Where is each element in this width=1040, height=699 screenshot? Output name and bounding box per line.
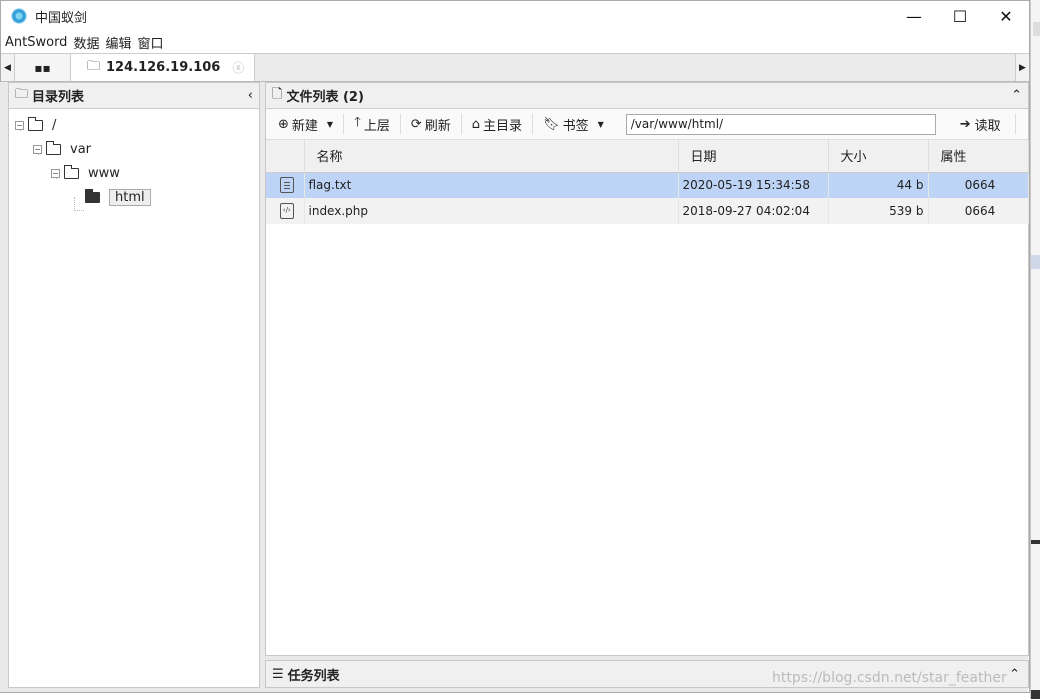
new-button[interactable]: ⊕ 新建 ▼ — [276, 114, 345, 134]
file-list-panel: 🗋 文件列表 (2) ⌃ ⊕ 新建 ▼ 🡑 上层 ⟳ 刷新 ⌂ 主目录 🔖︎ 书… — [265, 82, 1029, 656]
collapse-toggle-icon[interactable]: − — [51, 168, 60, 178]
folder-open-icon — [85, 188, 100, 203]
path-input[interactable] — [625, 113, 936, 135]
table-row[interactable]: flag.txt 2020-05-19 15:34:58 44 b 0664 — [266, 172, 1029, 198]
file-table: 名称 日期 大小 属性 flag.txt 2020-05-19 15:34:58… — [266, 140, 1029, 224]
folder-icon — [64, 164, 79, 179]
file-perm: 0664 — [928, 172, 1029, 198]
plus-circle-icon: ⊕ — [278, 116, 289, 132]
menu-edit[interactable]: 编辑 — [105, 33, 137, 52]
refresh-button[interactable]: ⟳ 刷新 — [401, 114, 462, 134]
table-header-row: 名称 日期 大小 属性 — [266, 140, 1029, 173]
task-list-title: 任务列表 — [287, 668, 340, 684]
tree-node-label: / — [52, 117, 57, 133]
tab-shell-label: 124.126.19.106 — [106, 60, 221, 75]
menu-bar: AntSword 数据 编辑 窗口 — [1, 31, 1029, 53]
arrow-up-icon: 🡑 — [354, 115, 361, 130]
bookmark-icon: 🔖︎ — [543, 116, 560, 132]
tree-node-var[interactable]: − var — [9, 137, 259, 161]
directory-panel: 🗀 目录列表 ‹ − / − var − www html — [8, 82, 260, 688]
tab-bar: ◀ ▪▪ 🗀 124.126.19.106 ⓧ ▶ — [1, 53, 1029, 82]
code-file-icon — [279, 203, 294, 219]
minimize-button[interactable]: — — [891, 1, 937, 31]
home-dir-button[interactable]: ⌂ 主目录 — [462, 114, 534, 134]
arrow-right-icon: ➔ — [959, 116, 971, 132]
column-header-name[interactable]: 名称 — [304, 140, 679, 173]
expand-up-icon[interactable]: ⌃ — [1009, 667, 1020, 682]
list-icon: ☰ — [272, 666, 284, 682]
read-button[interactable]: ➔ 读取 — [946, 114, 1016, 134]
file-name: flag.txt — [304, 172, 679, 198]
dropdown-caret-icon: ▼ — [597, 119, 604, 129]
collapse-toggle-icon[interactable]: − — [33, 144, 42, 154]
folder-icon — [46, 140, 61, 155]
window-controls: — ☐ ✕ — [891, 1, 1029, 31]
tree-node-label: www — [88, 165, 120, 181]
tab-scroll-right-icon[interactable]: ▶ — [1015, 54, 1029, 81]
window-title: 中国蚁剑 — [35, 10, 88, 26]
tree-node-www[interactable]: − www — [9, 161, 259, 185]
file-perm: 0664 — [928, 198, 1029, 224]
collapse-toggle-icon[interactable]: − — [15, 120, 24, 130]
tree-node-root[interactable]: − / — [9, 113, 259, 137]
file-name: index.php — [304, 198, 679, 224]
text-file-icon — [279, 177, 294, 194]
tab-close-icon[interactable]: ⓧ — [232, 59, 244, 76]
watermark: https://blog.csdn.net/star_feather — [772, 670, 1007, 686]
file-toolbar: ⊕ 新建 ▼ 🡑 上层 ⟳ 刷新 ⌂ 主目录 🔖︎ 书签 ▼ /var/www/… — [266, 109, 1028, 140]
column-header-date[interactable]: 日期 — [678, 140, 829, 173]
directory-panel-header: 🗀 目录列表 ‹ — [9, 83, 259, 109]
collapse-up-icon[interactable]: ⌃ — [1011, 88, 1022, 103]
file-date: 2020-05-19 15:34:58 — [678, 172, 829, 198]
directory-tree: − / − var − www html — [9, 109, 259, 211]
folder-outline-icon: 🗀 — [87, 58, 101, 74]
refresh-icon: ⟳ — [410, 116, 422, 132]
menu-window[interactable]: 窗口 — [137, 33, 169, 52]
file-date: 2018-09-27 04:02:04 — [678, 198, 829, 224]
title-bar: 中国蚁剑 — ☐ ✕ — [1, 1, 1029, 31]
menu-antsword[interactable]: AntSword — [5, 35, 73, 50]
directory-panel-title: 目录列表 — [32, 90, 85, 105]
column-header-size[interactable]: 大小 — [828, 140, 929, 173]
table-row[interactable]: index.php 2018-09-27 04:02:04 539 b 0664 — [266, 198, 1029, 224]
file-list-panel-title: 文件列表 (2) — [286, 90, 364, 105]
file-list-panel-header: 🗋 文件列表 (2) ⌃ — [266, 83, 1028, 109]
tree-node-label: var — [70, 141, 92, 157]
tree-node-label-selected: html — [109, 188, 151, 206]
dropdown-caret-icon: ▼ — [326, 119, 334, 129]
tab-scroll-left-icon[interactable]: ◀ — [1, 54, 15, 81]
column-header-icon — [266, 140, 305, 173]
file-size: 44 b — [828, 172, 929, 198]
close-button[interactable]: ✕ — [983, 1, 1029, 31]
collapse-left-icon[interactable]: ‹ — [248, 88, 253, 103]
tree-node-html[interactable]: html — [9, 185, 259, 209]
up-level-button[interactable]: 🡑 上层 — [344, 114, 401, 134]
folder-outline-icon: 🗀 — [15, 86, 29, 102]
file-size: 539 b — [828, 198, 929, 224]
maximize-button[interactable]: ☐ — [937, 1, 983, 31]
menu-data[interactable]: 数据 — [73, 33, 105, 52]
tab-shell[interactable]: 🗀 124.126.19.106 ⓧ — [71, 54, 256, 81]
main-area: 🗀 目录列表 ‹ − / − var − www html 🗋 文件列表 (2)… — [0, 82, 1029, 692]
home-icon: ⌂ — [471, 116, 481, 132]
folder-icon — [28, 116, 43, 131]
file-outline-icon: 🗋 — [272, 86, 283, 102]
column-header-perm[interactable]: 属性 — [928, 140, 1029, 173]
background-window-edge — [1030, 0, 1040, 699]
bookmark-button[interactable]: 🔖︎ 书签 ▼ — [533, 114, 614, 134]
antsword-logo-icon — [11, 8, 27, 24]
tab-home-grid-icon[interactable]: ▪▪ — [15, 54, 71, 81]
